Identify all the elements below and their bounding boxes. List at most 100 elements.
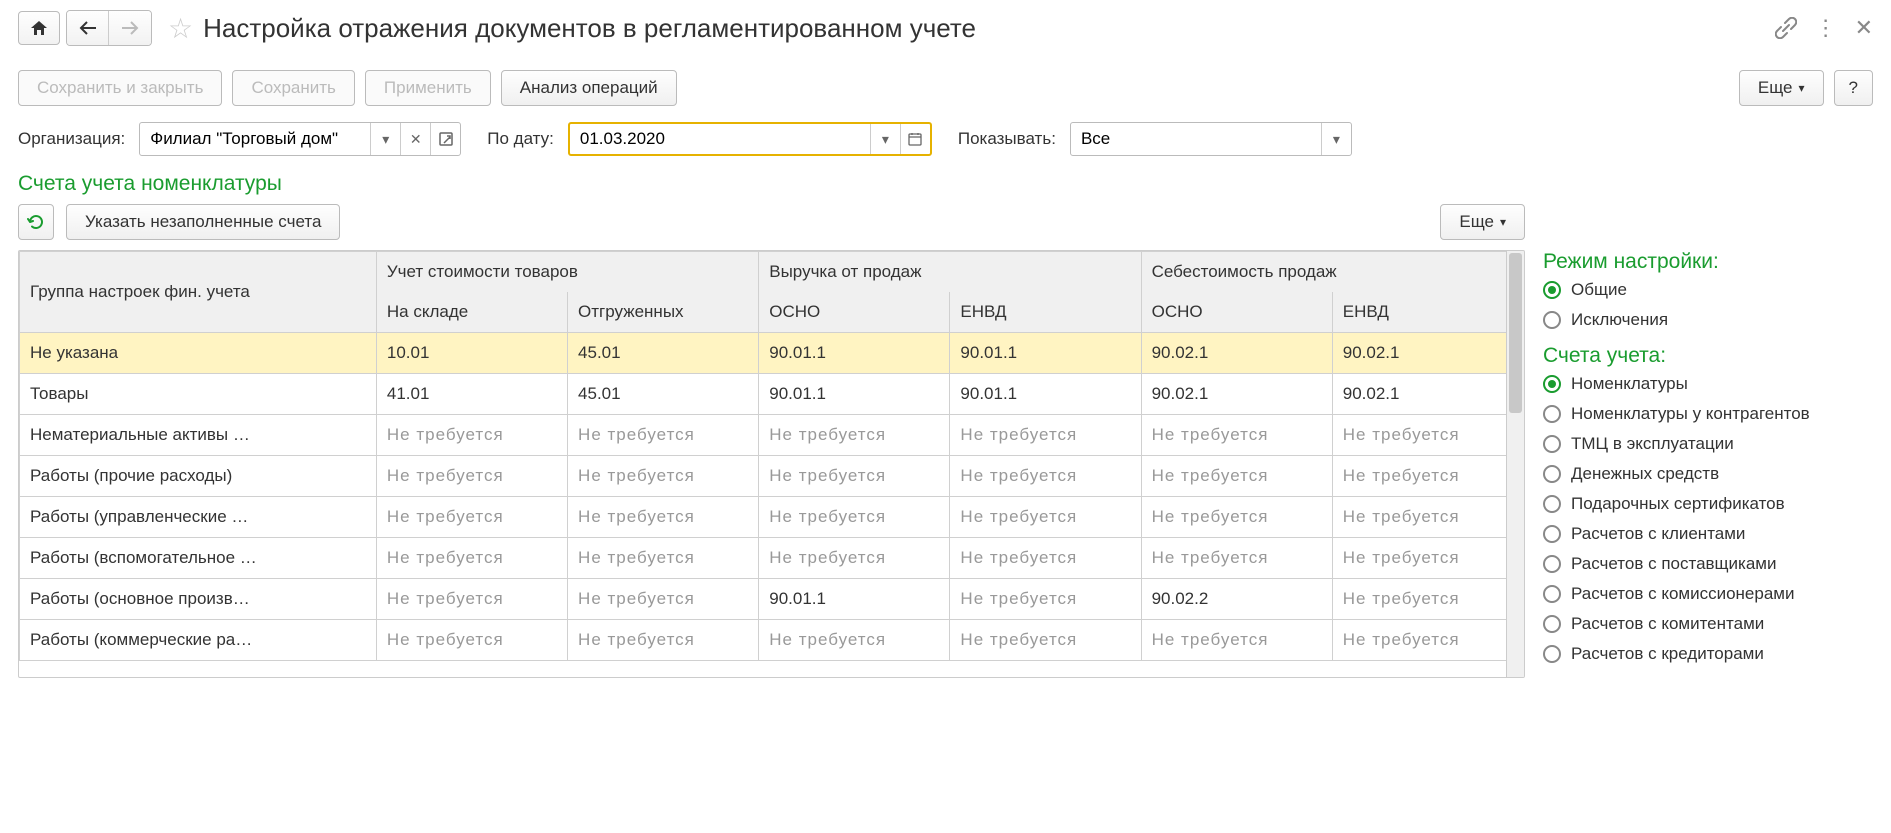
col-cost-header[interactable]: Учет стоимости товаров [376, 252, 758, 293]
vertical-scrollbar[interactable] [1506, 251, 1524, 677]
col-cogs-header[interactable]: Себестоимость продаж [1141, 252, 1523, 293]
table-row[interactable]: Не указана10.0145.0190.01.190.01.190.02.… [20, 333, 1524, 374]
row-name-cell[interactable]: Товары [20, 374, 377, 415]
account-radio[interactable]: Номенклатуры у контрагентов [1543, 404, 1873, 424]
row-value-cell[interactable]: Не требуется [950, 497, 1141, 538]
row-value-cell[interactable]: 45.01 [568, 333, 759, 374]
row-value-cell[interactable]: 90.02.1 [1332, 374, 1523, 415]
row-value-cell[interactable]: Не требуется [1141, 538, 1332, 579]
table-row[interactable]: Работы (коммерческие ра…Не требуетсяНе т… [20, 620, 1524, 661]
row-value-cell[interactable]: Не требуется [376, 497, 567, 538]
save-and-close-button[interactable]: Сохранить и закрыть [18, 70, 222, 106]
col-shipped-header[interactable]: Отгруженных [568, 292, 759, 333]
account-radio[interactable]: Номенклатуры [1543, 374, 1873, 394]
row-value-cell[interactable]: Не требуется [950, 456, 1141, 497]
row-value-cell[interactable]: Не требуется [1332, 620, 1523, 661]
close-icon[interactable]: ✕ [1855, 15, 1873, 41]
save-button[interactable]: Сохранить [232, 70, 354, 106]
dropdown-icon[interactable]: ▾ [870, 124, 900, 154]
row-value-cell[interactable]: Не требуется [759, 456, 950, 497]
row-value-cell[interactable]: Не требуется [376, 456, 567, 497]
row-value-cell[interactable]: Не требуется [950, 415, 1141, 456]
dropdown-icon[interactable]: ▾ [370, 123, 400, 155]
row-name-cell[interactable]: Работы (управленческие … [20, 497, 377, 538]
more-button[interactable]: Еще▾ [1739, 70, 1824, 106]
row-value-cell[interactable]: Не требуется [568, 497, 759, 538]
row-value-cell[interactable]: 90.01.1 [759, 333, 950, 374]
row-value-cell[interactable]: 90.02.1 [1141, 333, 1332, 374]
account-radio[interactable]: ТМЦ в эксплуатации [1543, 434, 1873, 454]
dropdown-icon[interactable]: ▾ [1321, 123, 1351, 155]
accounts-table[interactable]: Группа настроек фин. учета Учет стоимост… [18, 250, 1525, 678]
row-value-cell[interactable]: Не требуется [1332, 415, 1523, 456]
row-value-cell[interactable]: 41.01 [376, 374, 567, 415]
forward-button[interactable] [109, 11, 151, 45]
back-button[interactable] [67, 11, 109, 45]
row-value-cell[interactable]: Не требуется [950, 538, 1141, 579]
row-value-cell[interactable]: Не требуется [759, 538, 950, 579]
row-name-cell[interactable]: Нематериальные активы … [20, 415, 377, 456]
fill-empty-accounts-button[interactable]: Указать незаполненные счета [66, 204, 340, 240]
home-button[interactable] [18, 11, 60, 45]
row-value-cell[interactable]: 90.01.1 [759, 374, 950, 415]
account-radio[interactable]: Расчетов с кредиторами [1543, 644, 1873, 664]
row-value-cell[interactable]: Не требуется [1332, 456, 1523, 497]
row-value-cell[interactable]: Не требуется [759, 497, 950, 538]
account-radio[interactable]: Расчетов с комиссионерами [1543, 584, 1873, 604]
row-value-cell[interactable]: 90.02.1 [1332, 333, 1523, 374]
row-value-cell[interactable]: Не требуется [1332, 579, 1523, 620]
row-name-cell[interactable]: Работы (коммерческие ра… [20, 620, 377, 661]
row-value-cell[interactable]: Не требуется [1141, 497, 1332, 538]
scrollbar-thumb[interactable] [1509, 253, 1522, 413]
account-radio[interactable]: Расчетов с поставщиками [1543, 554, 1873, 574]
row-value-cell[interactable]: Не требуется [568, 456, 759, 497]
col-revenue-header[interactable]: Выручка от продаж [759, 252, 1141, 293]
col-cogs-envd-header[interactable]: ЕНВД [1332, 292, 1523, 333]
kebab-menu-icon[interactable]: ⋮ [1815, 15, 1837, 41]
table-row[interactable]: Работы (вспомогательное …Не требуетсяНе … [20, 538, 1524, 579]
table-more-button[interactable]: Еще▾ [1440, 204, 1525, 240]
link-icon[interactable] [1775, 17, 1797, 39]
row-value-cell[interactable]: Не требуется [376, 579, 567, 620]
row-value-cell[interactable]: Не требуется [568, 538, 759, 579]
table-row[interactable]: Товары41.0145.0190.01.190.01.190.02.190.… [20, 374, 1524, 415]
account-radio[interactable]: Расчетов с клиентами [1543, 524, 1873, 544]
col-cogs-osno-header[interactable]: ОСНО [1141, 292, 1332, 333]
account-radio[interactable]: Подарочных сертификатов [1543, 494, 1873, 514]
row-value-cell[interactable]: Не требуется [950, 579, 1141, 620]
show-select[interactable]: ▾ [1070, 122, 1352, 156]
table-row[interactable]: Работы (прочие расходы)Не требуетсяНе тр… [20, 456, 1524, 497]
help-button[interactable]: ? [1834, 70, 1873, 106]
row-value-cell[interactable]: Не требуется [1332, 497, 1523, 538]
row-name-cell[interactable]: Работы (вспомогательное … [20, 538, 377, 579]
row-value-cell[interactable]: Не требуется [1141, 620, 1332, 661]
col-rev-osno-header[interactable]: ОСНО [759, 292, 950, 333]
show-input[interactable] [1071, 123, 1321, 155]
date-input[interactable] [570, 124, 870, 154]
account-radio[interactable]: Расчетов с комитентами [1543, 614, 1873, 634]
org-select[interactable]: ▾ ✕ [139, 122, 461, 156]
row-name-cell[interactable]: Работы (основное произв… [20, 579, 377, 620]
table-row[interactable]: Работы (управленческие …Не требуетсяНе т… [20, 497, 1524, 538]
row-value-cell[interactable]: Не требуется [568, 579, 759, 620]
row-value-cell[interactable]: 10.01 [376, 333, 567, 374]
account-radio[interactable]: Денежных средств [1543, 464, 1873, 484]
row-value-cell[interactable]: Не требуется [950, 620, 1141, 661]
open-selector-icon[interactable] [430, 123, 460, 155]
row-value-cell[interactable]: 90.01.1 [950, 374, 1141, 415]
row-name-cell[interactable]: Не указана [20, 333, 377, 374]
date-select[interactable]: ▾ [568, 122, 932, 156]
col-group-header[interactable]: Группа настроек фин. учета [20, 252, 377, 333]
row-value-cell[interactable]: Не требуется [1141, 456, 1332, 497]
row-value-cell[interactable]: Не требуется [568, 620, 759, 661]
row-value-cell[interactable]: Не требуется [376, 538, 567, 579]
row-value-cell[interactable]: Не требуется [568, 415, 759, 456]
row-value-cell[interactable]: 90.02.2 [1141, 579, 1332, 620]
analyze-operations-button[interactable]: Анализ операций [501, 70, 677, 106]
row-value-cell[interactable]: 90.01.1 [950, 333, 1141, 374]
table-row[interactable]: Работы (основное произв…Не требуетсяНе т… [20, 579, 1524, 620]
mode-radio[interactable]: Исключения [1543, 310, 1873, 330]
mode-radio[interactable]: Общие [1543, 280, 1873, 300]
row-value-cell[interactable]: Не требуется [376, 620, 567, 661]
table-row[interactable]: Нематериальные активы … Не требуется Не тр… [20, 415, 1524, 456]
